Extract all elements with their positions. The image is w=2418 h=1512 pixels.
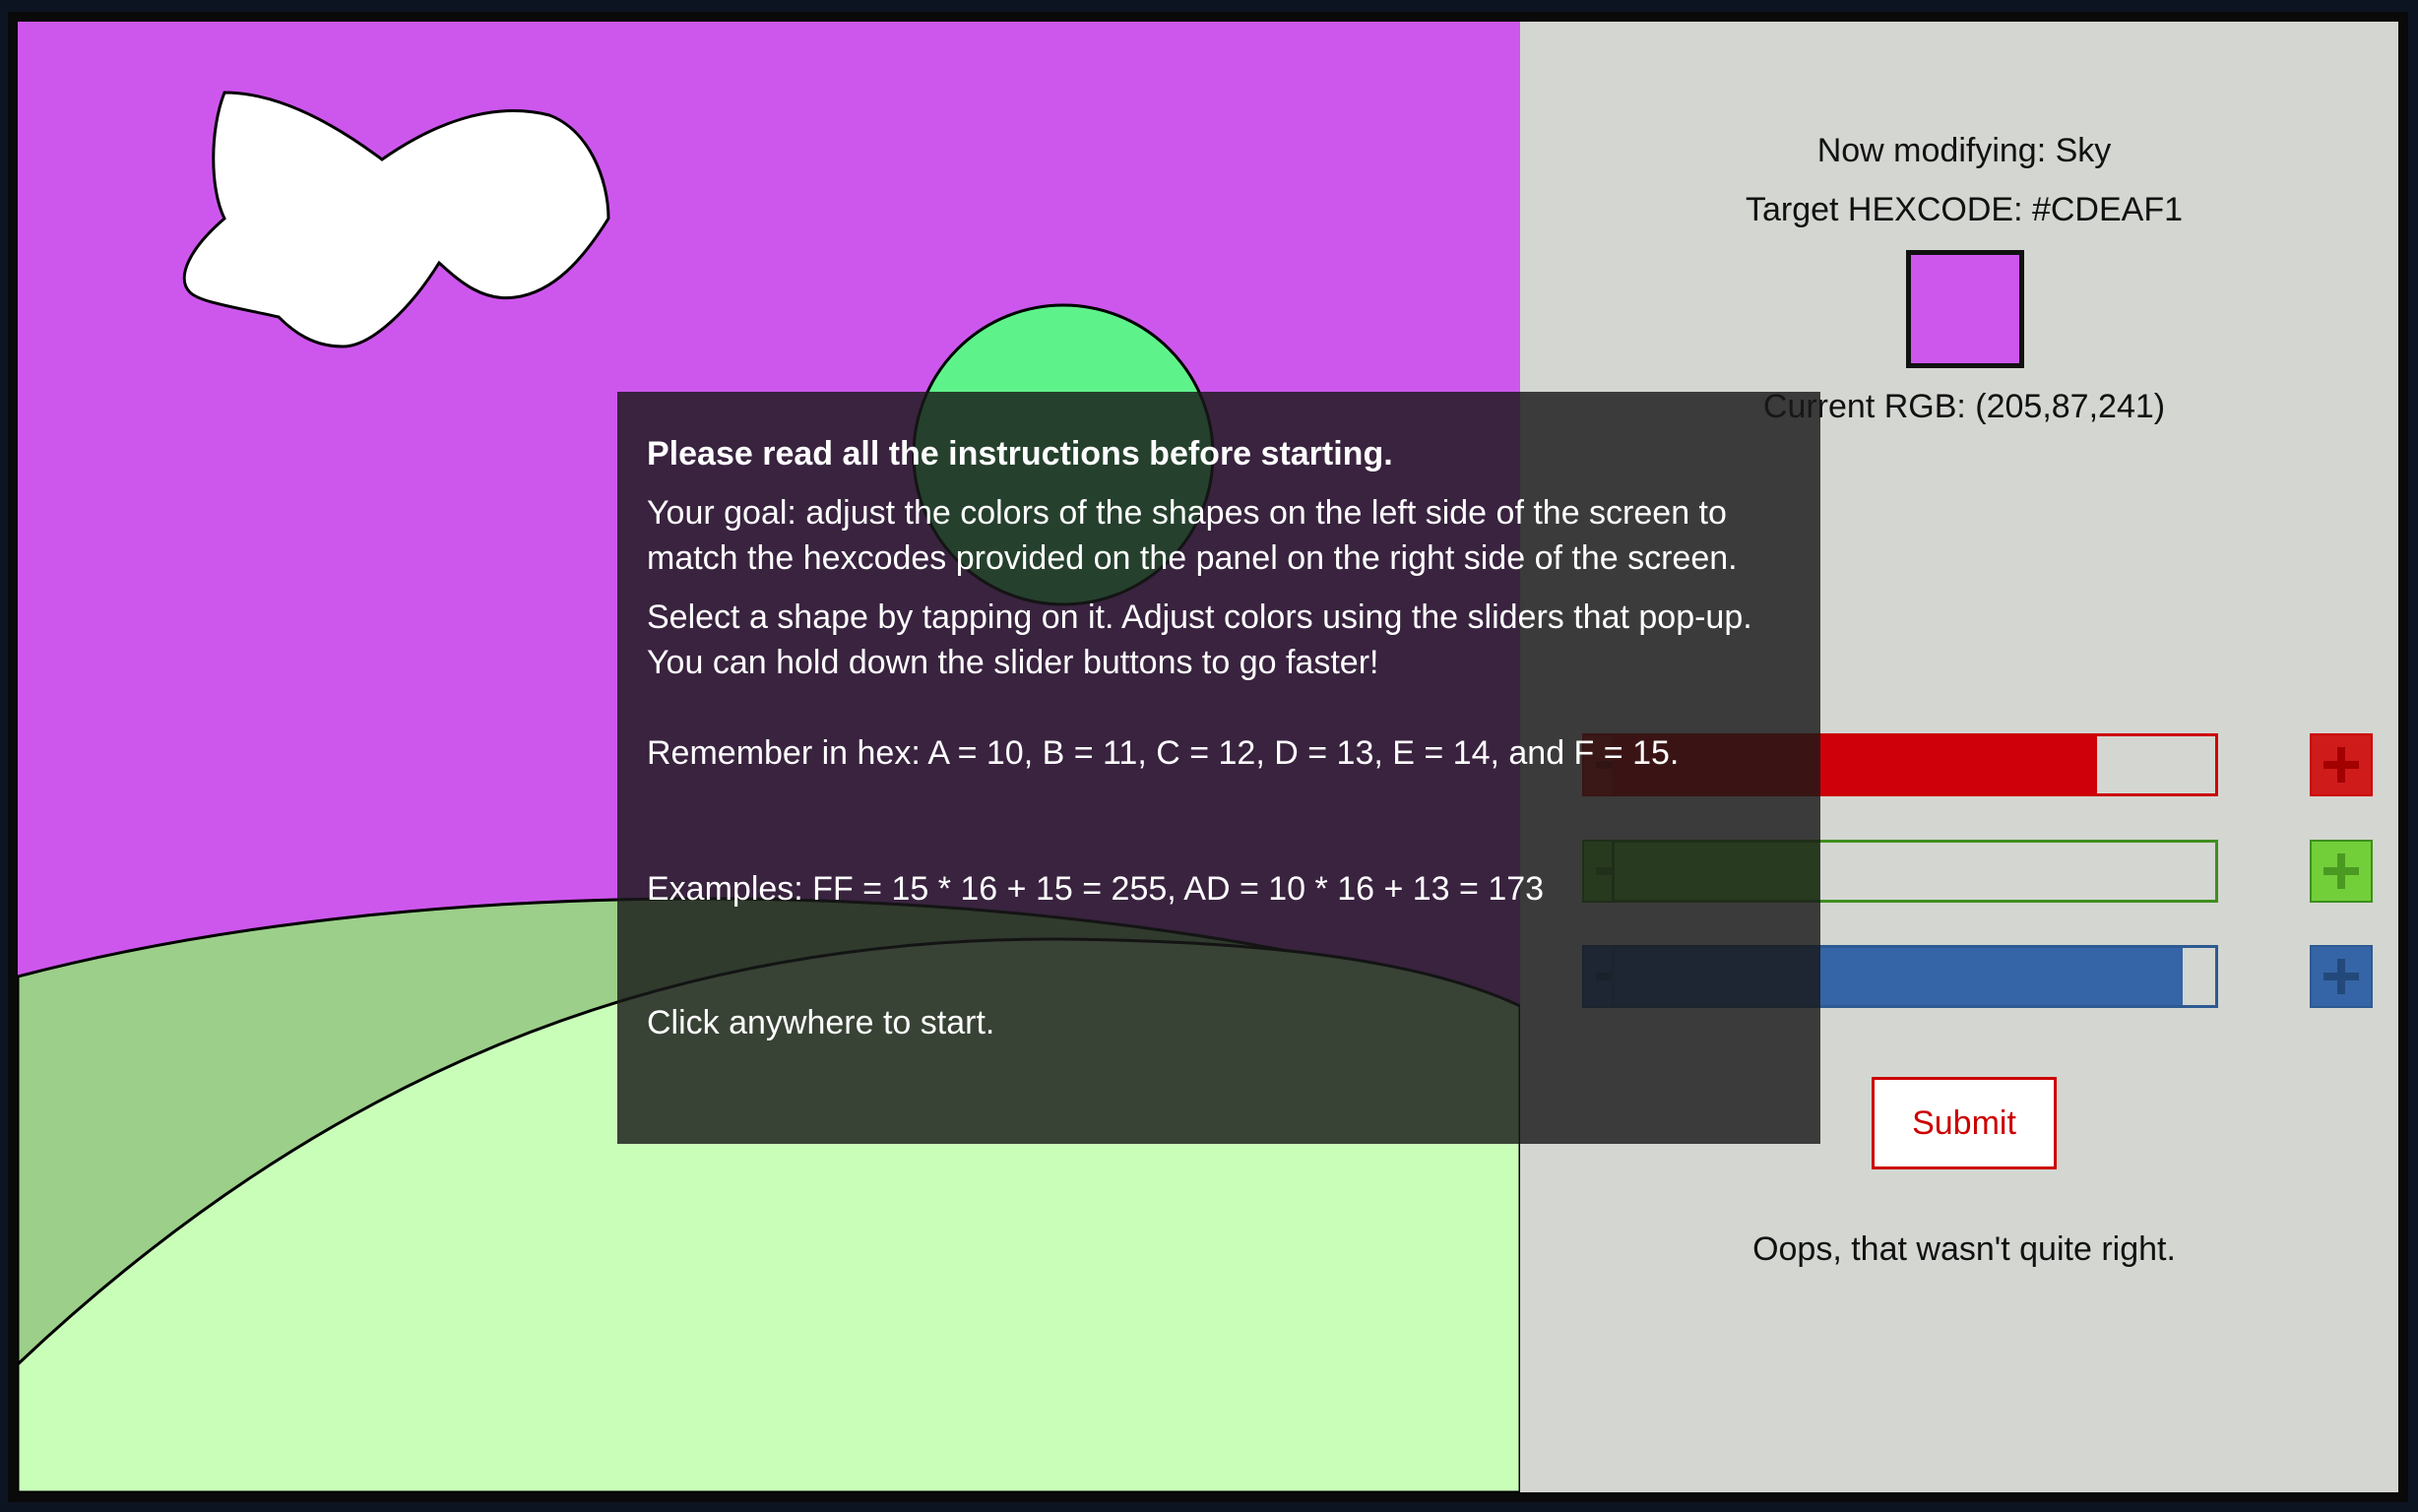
feedback-message: Oops, that wasn't quite right.	[1752, 1230, 2176, 1268]
blue-plus-button[interactable]	[2310, 945, 2373, 1008]
submit-button[interactable]: Submit	[1872, 1077, 2057, 1169]
game-frame: Now modifying: Sky Target HEXCODE: #CDEA…	[8, 12, 2408, 1502]
current-color-swatch	[1906, 250, 2024, 368]
instructions-examples: Examples: FF = 15 * 16 + 15 = 255, AD = …	[647, 870, 1545, 908]
red-plus-button[interactable]	[2310, 733, 2373, 796]
instructions-hex-note: Remember in hex: A = 10, B = 11, C = 12,…	[647, 734, 1680, 772]
instructions-heading: Please read all the instructions before …	[647, 435, 1393, 472]
green-plus-button[interactable]	[2310, 840, 2373, 903]
instructions-goal: Your goal: adjust the colors of the shap…	[647, 494, 1738, 577]
now-modifying-label: Now modifying: Sky	[1816, 132, 2112, 169]
instructions-overlay[interactable]: Please read all the instructions before …	[617, 392, 1820, 1144]
target-hexcode-label: Target HEXCODE: #CDEAF1	[1745, 191, 2184, 228]
instructions-select: Select a shape by tapping on it. Adjust …	[647, 598, 1752, 681]
instructions-start: Click anywhere to start.	[647, 1004, 995, 1041]
